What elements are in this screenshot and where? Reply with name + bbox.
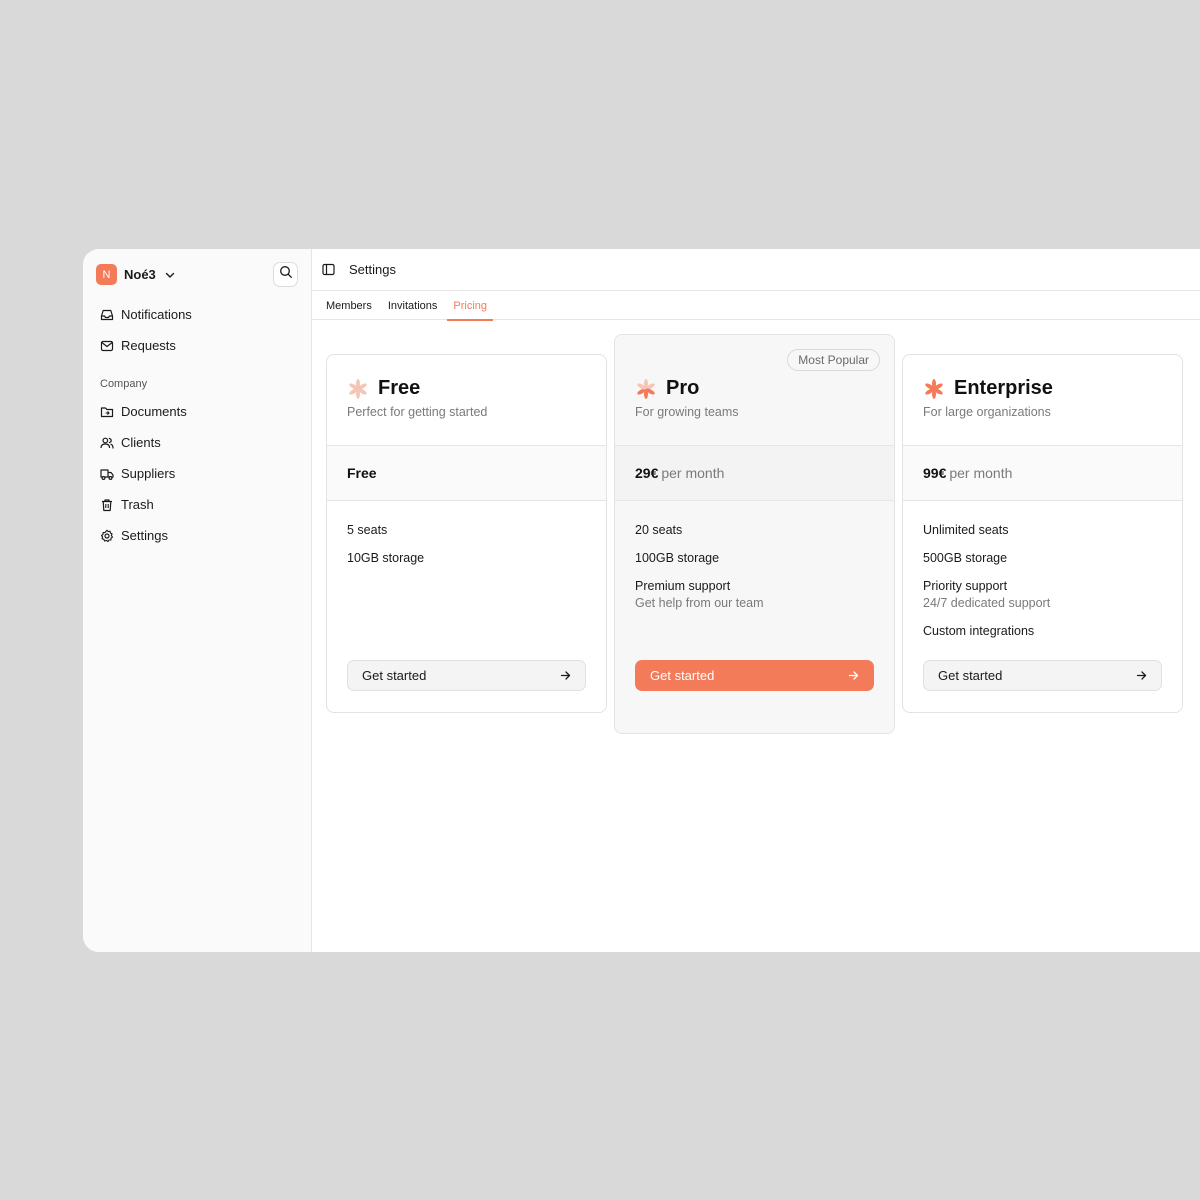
sidebar-section-label: Company: [100, 378, 148, 390]
plan-name: Enterprise: [954, 377, 1053, 399]
arrow-right-icon: [559, 670, 571, 682]
sidebar-nav-top: Notifications Requests: [100, 299, 300, 361]
feature-list: 20 seats 100GB storage Premium support Ge…: [615, 501, 894, 611]
tab-invitations[interactable]: Invitations: [382, 291, 444, 320]
feature-note: Get help from our team: [635, 596, 764, 610]
feature-note: 24/7 dedicated support: [923, 596, 1051, 610]
feature-list: Unlimited seats 500GB storage Priority s…: [903, 501, 1182, 639]
feature-item: Priority support 24/7 dedicated support: [923, 579, 1162, 611]
button-label: Get started: [650, 668, 715, 683]
sidebar: N Noé3 Notifications Requests Company Do…: [83, 249, 312, 952]
truck-icon: [100, 467, 114, 481]
price-period: per month: [661, 465, 725, 481]
workspace-avatar: N: [96, 264, 117, 285]
feature-item: 10GB storage: [347, 551, 425, 565]
feature-list: 5 seats 10GB storage: [327, 501, 606, 566]
tab-bar: Members Invitations Pricing: [312, 291, 1200, 321]
feature-item: 5 seats: [347, 523, 388, 537]
plan-price: Free: [327, 446, 606, 501]
sidebar-item-label: Settings: [121, 528, 168, 543]
main-content: Settings Members Invitations Pricing Fre…: [312, 249, 1200, 952]
feature-item: Custom integrations: [923, 624, 1035, 638]
tab-members[interactable]: Members: [320, 291, 378, 320]
folder-icon: [100, 405, 114, 419]
workspace-switcher[interactable]: N Noé3: [96, 264, 177, 285]
inbox-icon: [100, 308, 114, 322]
mail-icon: [100, 339, 114, 353]
app-window: N Noé3 Notifications Requests Company Do…: [83, 249, 1200, 952]
arrow-right-icon: [847, 670, 859, 682]
plan-price: 99€ per month: [903, 446, 1182, 501]
sidebar-item-label: Requests: [121, 338, 176, 353]
card-header: Most Popular Pro For growing teams: [615, 335, 894, 446]
sidebar-item-clients[interactable]: Clients: [100, 427, 300, 458]
sidebar-item-label: Documents: [121, 404, 187, 419]
price-value: 29€: [635, 465, 659, 481]
flower-icon: [637, 378, 655, 399]
sidebar-item-settings[interactable]: Settings: [100, 520, 300, 551]
feature-item: Unlimited seats: [923, 523, 1009, 537]
feature-item: 100GB storage: [635, 551, 720, 565]
button-label: Get started: [938, 668, 1003, 683]
plan-subtitle: Perfect for getting started: [347, 405, 488, 419]
feature-item: 20 seats: [635, 523, 683, 537]
sidebar-item-label: Notifications: [121, 307, 192, 322]
card-header: Enterprise For large organizations: [903, 355, 1182, 446]
page-title: Settings: [349, 262, 396, 277]
button-label: Get started: [362, 668, 427, 683]
plan-price: 29€ per month: [615, 446, 894, 501]
arrow-right-icon: [1135, 670, 1147, 682]
feature-item: Premium support Get help from our team: [635, 579, 874, 611]
tab-pricing[interactable]: Pricing: [447, 291, 493, 321]
card-header: Free Perfect for getting started: [327, 355, 606, 446]
get-started-button[interactable]: Get started: [347, 660, 586, 691]
trash-icon: [100, 498, 114, 512]
top-bar: Settings: [312, 249, 1200, 291]
plan-subtitle: For large organizations: [923, 405, 1051, 419]
plan-subtitle: For growing teams: [635, 405, 739, 419]
search-button[interactable]: [273, 262, 298, 287]
most-popular-badge: Most Popular: [787, 349, 880, 371]
get-started-button[interactable]: Get started: [923, 660, 1162, 691]
search-icon: [279, 265, 293, 284]
sidebar-item-trash[interactable]: Trash: [100, 489, 300, 520]
sidebar-item-label: Suppliers: [121, 466, 176, 481]
sidebar-nav-company: Documents Clients Suppliers Trash Settin…: [100, 396, 300, 551]
pricing-card-pro: Most Popular Pro For growing teams 29€ p…: [614, 334, 895, 734]
price-value: Free: [347, 465, 377, 481]
users-icon: [100, 436, 114, 450]
get-started-button[interactable]: Get started: [635, 660, 874, 691]
sidebar-item-documents[interactable]: Documents: [100, 396, 300, 427]
gear-icon: [100, 529, 114, 543]
price-value: 99€: [923, 465, 947, 481]
flower-icon: [925, 378, 943, 399]
pricing-card-free: Free Perfect for getting started Free 5 …: [326, 354, 607, 713]
sidebar-item-notifications[interactable]: Notifications: [100, 299, 300, 330]
sidebar-toggle-icon[interactable]: [321, 263, 335, 277]
sidebar-item-label: Trash: [121, 497, 154, 512]
chevron-down-icon: [163, 268, 177, 282]
flower-icon: [349, 378, 367, 399]
sidebar-item-label: Clients: [121, 435, 161, 450]
plan-name: Pro: [666, 377, 700, 399]
sidebar-item-requests[interactable]: Requests: [100, 330, 300, 361]
pricing-card-enterprise: Enterprise For large organizations 99€ p…: [902, 354, 1183, 713]
price-period: per month: [949, 465, 1013, 481]
feature-item: 500GB storage: [923, 551, 1008, 565]
sidebar-item-suppliers[interactable]: Suppliers: [100, 458, 300, 489]
workspace-name: Noé3: [124, 267, 156, 282]
plan-name: Free: [378, 377, 421, 399]
